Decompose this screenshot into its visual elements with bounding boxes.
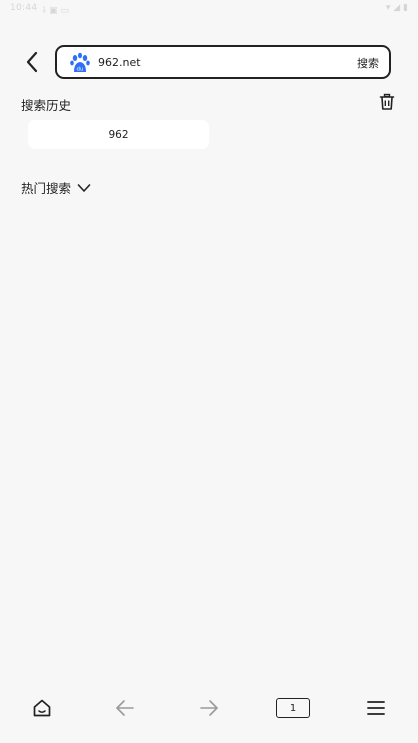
home-icon [33, 699, 51, 717]
baidu-logo-icon: du [70, 52, 90, 73]
history-item[interactable]: 962 [28, 120, 209, 149]
status-time: 10:44 [10, 3, 38, 13]
search-submit-button[interactable]: 搜索 [357, 55, 379, 71]
tab-count-badge: 1 [276, 698, 310, 718]
hot-search-title: 热门搜索 [21, 181, 72, 196]
hamburger-menu-icon [367, 701, 385, 715]
back-arrow-icon [26, 51, 38, 73]
chevron-down-icon [77, 183, 91, 192]
arrow-right-icon [200, 700, 218, 716]
clear-history-button[interactable] [378, 93, 396, 111]
search-box[interactable]: du 962.net 搜索 [55, 45, 391, 79]
home-button[interactable] [24, 690, 60, 726]
back-nav-button[interactable] [107, 690, 143, 726]
bottom-nav-bar: 1 [0, 690, 418, 726]
search-query-text[interactable]: 962.net [98, 56, 141, 69]
back-button[interactable] [18, 48, 46, 76]
arrow-left-icon [116, 700, 134, 716]
hot-search-toggle[interactable]: 热门搜索 [21, 178, 91, 197]
svg-text:du: du [77, 67, 84, 73]
status-system-icons: ▾ ◢ ▮ [385, 3, 408, 13]
tabs-button[interactable]: 1 [275, 690, 311, 726]
forward-nav-button[interactable] [191, 690, 227, 726]
status-notification-icons: ⸸ ▣ ▭ [42, 6, 69, 16]
trash-icon [379, 93, 395, 110]
search-history-title: 搜索历史 [21, 98, 72, 113]
status-bar: 10:44 ⸸ ▣ ▭ ▾ ◢ ▮ [0, 0, 418, 18]
menu-button[interactable] [358, 690, 394, 726]
